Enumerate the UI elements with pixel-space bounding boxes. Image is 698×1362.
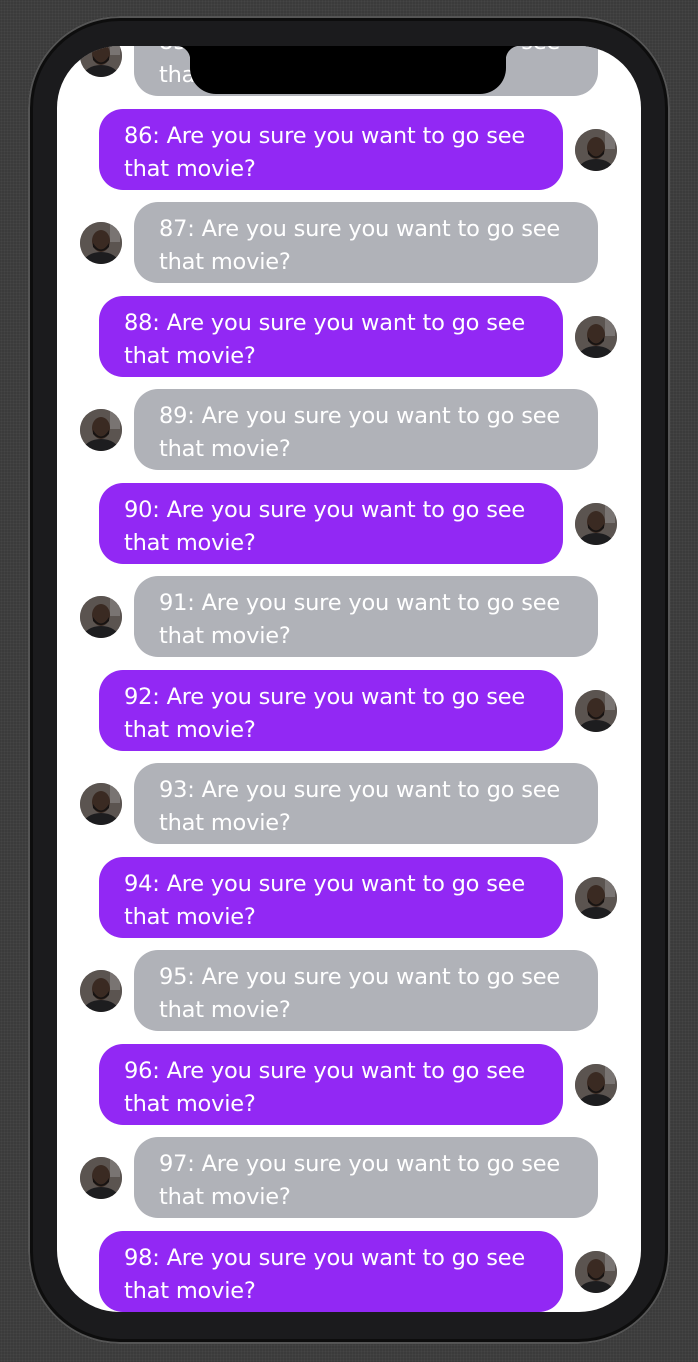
avatar-icon[interactable]	[80, 970, 122, 1012]
avatar-icon[interactable]	[575, 128, 617, 171]
avatar-portrait	[575, 315, 617, 358]
message-row: 95: Are you sure you want to go see that…	[57, 950, 641, 1031]
avatar-icon[interactable]	[80, 596, 122, 638]
message-row: 88: Are you sure you want to go see that…	[57, 295, 641, 377]
avatar-portrait	[575, 128, 617, 171]
avatar-icon[interactable]	[80, 222, 122, 264]
message-bubble[interactable]: 93: Are you sure you want to go see that…	[134, 763, 598, 844]
avatar-portrait	[575, 876, 617, 919]
message-row: 93: Are you sure you want to go see that…	[57, 763, 641, 844]
avatar-portrait	[80, 46, 122, 77]
message-bubble[interactable]: 87: Are you sure you want to go see that…	[134, 202, 598, 283]
avatar-icon[interactable]	[80, 1157, 122, 1199]
avatar-portrait	[80, 222, 122, 264]
message-bubble[interactable]: 97: Are you sure you want to go see that…	[134, 1137, 598, 1218]
message-bubble[interactable]: 86: Are you sure you want to go see that…	[99, 108, 563, 190]
avatar-icon[interactable]	[80, 46, 122, 77]
avatar-portrait	[80, 970, 122, 1012]
avatar-portrait	[575, 1250, 617, 1293]
message-list[interactable]: 85: Are you sure you want to go see that…	[57, 46, 641, 1312]
avatar-portrait	[80, 409, 122, 451]
message-row: 91: Are you sure you want to go see that…	[57, 576, 641, 657]
message-row: 86: Are you sure you want to go see that…	[57, 108, 641, 190]
message-row: 90: Are you sure you want to go see that…	[57, 482, 641, 564]
avatar-icon[interactable]	[575, 1063, 617, 1106]
message-row: 96: Are you sure you want to go see that…	[57, 1043, 641, 1125]
message-row: 97: Are you sure you want to go see that…	[57, 1137, 641, 1218]
avatar-icon[interactable]	[575, 689, 617, 732]
message-row: 98: Are you sure you want to go see that…	[57, 1230, 641, 1312]
avatar-portrait	[80, 1157, 122, 1199]
message-bubble[interactable]: 91: Are you sure you want to go see that…	[134, 576, 598, 657]
message-bubble[interactable]: 90: Are you sure you want to go see that…	[99, 482, 563, 564]
avatar-portrait	[575, 1063, 617, 1106]
avatar-icon[interactable]	[80, 409, 122, 451]
avatar-portrait	[575, 502, 617, 545]
message-bubble[interactable]: 88: Are you sure you want to go see that…	[99, 295, 563, 377]
message-row: 92: Are you sure you want to go see that…	[57, 669, 641, 751]
avatar-icon[interactable]	[575, 502, 617, 545]
avatar-icon[interactable]	[575, 1250, 617, 1293]
message-bubble[interactable]: 89: Are you sure you want to go see that…	[134, 389, 598, 470]
message-row: 89: Are you sure you want to go see that…	[57, 389, 641, 470]
avatar-portrait	[80, 596, 122, 638]
avatar-portrait	[575, 689, 617, 732]
avatar-icon[interactable]	[575, 876, 617, 919]
device-notch	[176, 46, 520, 94]
avatar-portrait	[80, 783, 122, 825]
chat-screen: 85: Are you sure you want to go see that…	[57, 46, 641, 1312]
message-bubble[interactable]: 94: Are you sure you want to go see that…	[99, 856, 563, 938]
message-bubble[interactable]: 96: Are you sure you want to go see that…	[99, 1043, 563, 1125]
avatar-icon[interactable]	[575, 315, 617, 358]
message-row: 87: Are you sure you want to go see that…	[57, 202, 641, 283]
avatar-icon[interactable]	[80, 783, 122, 825]
message-bubble[interactable]: 92: Are you sure you want to go see that…	[99, 669, 563, 751]
message-bubble[interactable]: 98: Are you sure you want to go see that…	[99, 1230, 563, 1312]
message-row: 94: Are you sure you want to go see that…	[57, 856, 641, 938]
message-bubble[interactable]: 95: Are you sure you want to go see that…	[134, 950, 598, 1031]
